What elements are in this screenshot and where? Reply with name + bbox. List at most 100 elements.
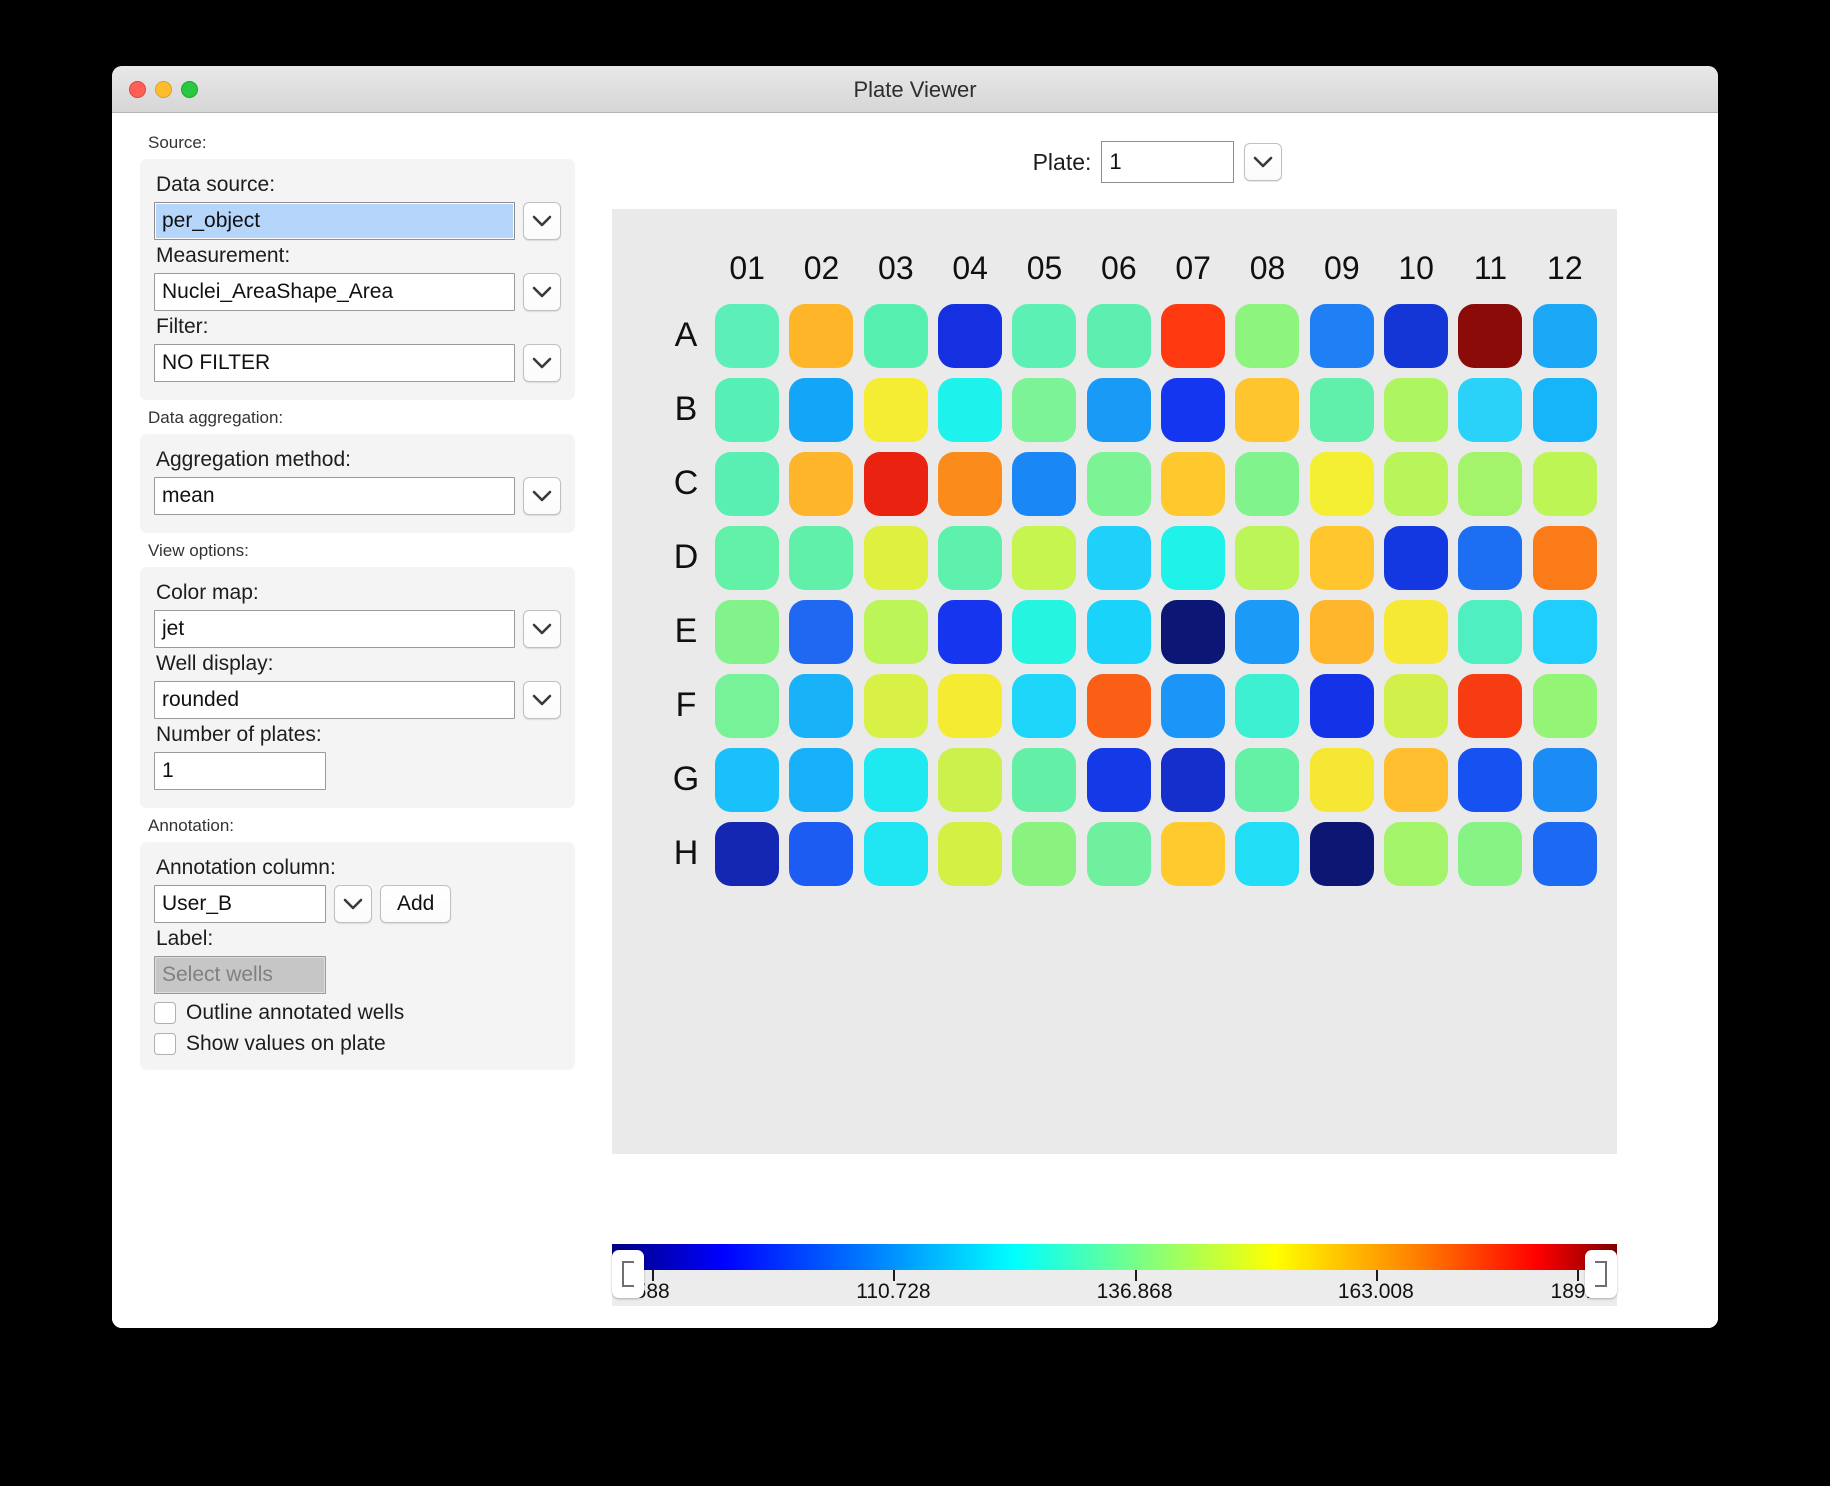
filter-chevron-down-icon[interactable]	[523, 344, 561, 382]
well-F06[interactable]	[1087, 674, 1151, 738]
aggregation-method-chevron-down-icon[interactable]	[523, 477, 561, 515]
well-E02[interactable]	[789, 600, 853, 664]
well-C11[interactable]	[1458, 452, 1522, 516]
well-G05[interactable]	[1012, 748, 1076, 812]
well-E11[interactable]	[1458, 600, 1522, 664]
well-H06[interactable]	[1087, 822, 1151, 886]
well-G01[interactable]	[715, 748, 779, 812]
well-A09[interactable]	[1310, 304, 1374, 368]
well-C09[interactable]	[1310, 452, 1374, 516]
well-C05[interactable]	[1012, 452, 1076, 516]
well-H07[interactable]	[1161, 822, 1225, 886]
plate-heatmap-canvas[interactable]: 010203040506070809101112 ABCDEFGH	[612, 209, 1617, 1154]
measurement-chevron-down-icon[interactable]	[523, 273, 561, 311]
well-A06[interactable]	[1087, 304, 1151, 368]
well-E06[interactable]	[1087, 600, 1151, 664]
well-D04[interactable]	[938, 526, 1002, 590]
annotation-column-chevron-down-icon[interactable]	[334, 885, 372, 923]
well-B08[interactable]	[1235, 378, 1299, 442]
well-B01[interactable]	[715, 378, 779, 442]
well-C02[interactable]	[789, 452, 853, 516]
well-F10[interactable]	[1384, 674, 1448, 738]
well-B04[interactable]	[938, 378, 1002, 442]
well-C03[interactable]	[864, 452, 928, 516]
well-F09[interactable]	[1310, 674, 1374, 738]
well-E10[interactable]	[1384, 600, 1448, 664]
well-F03[interactable]	[864, 674, 928, 738]
well-A11[interactable]	[1458, 304, 1522, 368]
well-A12[interactable]	[1533, 304, 1597, 368]
show-values-on-plate-checkbox[interactable]	[154, 1033, 176, 1055]
well-D10[interactable]	[1384, 526, 1448, 590]
well-B07[interactable]	[1161, 378, 1225, 442]
well-E12[interactable]	[1533, 600, 1597, 664]
well-F05[interactable]	[1012, 674, 1076, 738]
well-H05[interactable]	[1012, 822, 1076, 886]
well-B05[interactable]	[1012, 378, 1076, 442]
add-annotation-button[interactable]: Add	[380, 885, 451, 923]
well-D08[interactable]	[1235, 526, 1299, 590]
well-D07[interactable]	[1161, 526, 1225, 590]
well-E07[interactable]	[1161, 600, 1225, 664]
well-H08[interactable]	[1235, 822, 1299, 886]
outline-annotated-wells-row[interactable]: Outline annotated wells	[154, 1001, 561, 1025]
well-H02[interactable]	[789, 822, 853, 886]
well-F07[interactable]	[1161, 674, 1225, 738]
well-G03[interactable]	[864, 748, 928, 812]
well-H04[interactable]	[938, 822, 1002, 886]
well-F01[interactable]	[715, 674, 779, 738]
colorbar-min-handle[interactable]	[612, 1250, 644, 1298]
well-C12[interactable]	[1533, 452, 1597, 516]
well-C08[interactable]	[1235, 452, 1299, 516]
well-A07[interactable]	[1161, 304, 1225, 368]
well-C01[interactable]	[715, 452, 779, 516]
colormap-chevron-down-icon[interactable]	[523, 610, 561, 648]
well-D02[interactable]	[789, 526, 853, 590]
well-G06[interactable]	[1087, 748, 1151, 812]
well-E01[interactable]	[715, 600, 779, 664]
annotation-column-input[interactable]: User_B	[154, 885, 326, 923]
well-E05[interactable]	[1012, 600, 1076, 664]
well-A03[interactable]	[864, 304, 928, 368]
well-H09[interactable]	[1310, 822, 1374, 886]
well-A02[interactable]	[789, 304, 853, 368]
well-F11[interactable]	[1458, 674, 1522, 738]
well-B03[interactable]	[864, 378, 928, 442]
colormap-input[interactable]: jet	[154, 610, 515, 648]
well-H01[interactable]	[715, 822, 779, 886]
well-E08[interactable]	[1235, 600, 1299, 664]
well-C10[interactable]	[1384, 452, 1448, 516]
well-D03[interactable]	[864, 526, 928, 590]
well-D09[interactable]	[1310, 526, 1374, 590]
well-G08[interactable]	[1235, 748, 1299, 812]
number-of-plates-input[interactable]: 1	[154, 752, 326, 790]
well-D11[interactable]	[1458, 526, 1522, 590]
well-A04[interactable]	[938, 304, 1002, 368]
annotation-label-input[interactable]: Select wells	[154, 956, 326, 994]
well-display-chevron-down-icon[interactable]	[523, 681, 561, 719]
well-C06[interactable]	[1087, 452, 1151, 516]
well-E09[interactable]	[1310, 600, 1374, 664]
well-H11[interactable]	[1458, 822, 1522, 886]
well-G11[interactable]	[1458, 748, 1522, 812]
well-H10[interactable]	[1384, 822, 1448, 886]
well-A10[interactable]	[1384, 304, 1448, 368]
well-B09[interactable]	[1310, 378, 1374, 442]
well-E04[interactable]	[938, 600, 1002, 664]
well-G02[interactable]	[789, 748, 853, 812]
plate-chevron-down-icon[interactable]	[1244, 143, 1282, 181]
well-D06[interactable]	[1087, 526, 1151, 590]
plate-input[interactable]: 1	[1101, 141, 1234, 183]
well-G07[interactable]	[1161, 748, 1225, 812]
well-B10[interactable]	[1384, 378, 1448, 442]
well-D05[interactable]	[1012, 526, 1076, 590]
well-G10[interactable]	[1384, 748, 1448, 812]
well-H03[interactable]	[864, 822, 928, 886]
well-C04[interactable]	[938, 452, 1002, 516]
well-D01[interactable]	[715, 526, 779, 590]
well-A05[interactable]	[1012, 304, 1076, 368]
well-H12[interactable]	[1533, 822, 1597, 886]
well-A01[interactable]	[715, 304, 779, 368]
well-B12[interactable]	[1533, 378, 1597, 442]
well-F02[interactable]	[789, 674, 853, 738]
